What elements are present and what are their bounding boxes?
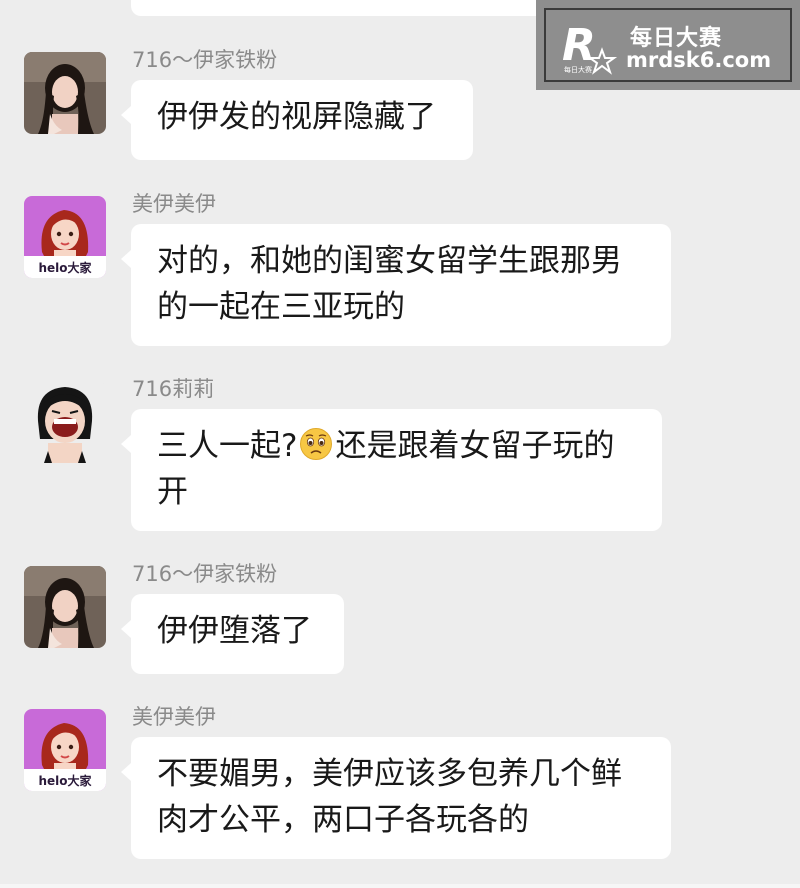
svg-text:helo大家: helo大家 xyxy=(38,260,92,275)
portrait-icon xyxy=(24,566,106,648)
message-text-line: 不要媚男，美伊应该多包养几个鲜 xyxy=(157,756,622,792)
bottom-edge xyxy=(0,884,800,888)
message-text: 还是跟着女留子玩的 xyxy=(335,428,615,464)
sender-name: 716～伊家铁粉 xyxy=(132,48,278,72)
avatar-716-lili[interactable] xyxy=(24,381,106,463)
watermark-frame: R 每日大赛 每日大赛 mrdsk6.com xyxy=(544,8,792,82)
svg-text:helo大家: helo大家 xyxy=(38,773,92,788)
message-text-line: 对的，和她的闺蜜女留学生跟那男 xyxy=(157,243,622,279)
cartoon-laughing-girl-icon xyxy=(24,381,106,463)
svg-text:R: R xyxy=(562,20,596,71)
worried-face-emoji-icon xyxy=(300,428,333,460)
sender-name: 美伊美伊 xyxy=(132,705,216,729)
message-text: 伊伊堕落了 xyxy=(157,613,312,649)
message-bubble[interactable]: 对的，和她的闺蜜女留学生跟那男 的一起在三亚玩的 xyxy=(121,224,671,346)
avatar-716-yijia-tiefen[interactable] xyxy=(24,566,106,648)
message-bubble[interactable]: 伊伊堕落了 xyxy=(121,594,344,674)
portrait-icon xyxy=(24,52,106,134)
cartoon-girl-icon: helo大家 xyxy=(24,196,106,278)
message-text-line: 三人一起? 还是跟着女留子玩的 xyxy=(157,423,636,469)
message-bubble[interactable]: 三人一起? 还是跟着女留子玩的 开 xyxy=(121,409,662,531)
site-watermark: R 每日大赛 每日大赛 mrdsk6.com xyxy=(536,0,800,90)
watermark-url: mrdsk6.com xyxy=(626,48,772,72)
sender-name: 716～伊家铁粉 xyxy=(132,562,278,586)
svg-text:每日大赛: 每日大赛 xyxy=(564,65,592,74)
message-bubble[interactable]: 不要媚男，美伊应该多包养几个鲜 肉才公平，两口子各玩各的 xyxy=(121,737,671,859)
message-text-line: 肉才公平，两口子各玩各的 xyxy=(157,802,529,838)
sender-name: 716莉莉 xyxy=(132,377,215,401)
avatar-meiyi[interactable]: helo大家 xyxy=(24,709,106,791)
message-text: 三人一起? xyxy=(157,428,298,464)
message-text-line: 的一起在三亚玩的 xyxy=(157,289,405,325)
message-bubble[interactable]: 伊伊发的视屏隐藏了 xyxy=(121,80,473,160)
message-text-line: 开 xyxy=(157,474,188,510)
cartoon-girl-icon: helo大家 xyxy=(24,709,106,791)
previous-message-bubble xyxy=(131,0,551,16)
message-text: 伊伊发的视屏隐藏了 xyxy=(157,99,436,135)
sender-name: 美伊美伊 xyxy=(132,192,216,216)
r-star-logo-icon: R 每日大赛 xyxy=(562,20,618,75)
avatar-meiyi[interactable]: helo大家 xyxy=(24,196,106,278)
avatar-716-yijia-tiefen[interactable] xyxy=(24,52,106,134)
